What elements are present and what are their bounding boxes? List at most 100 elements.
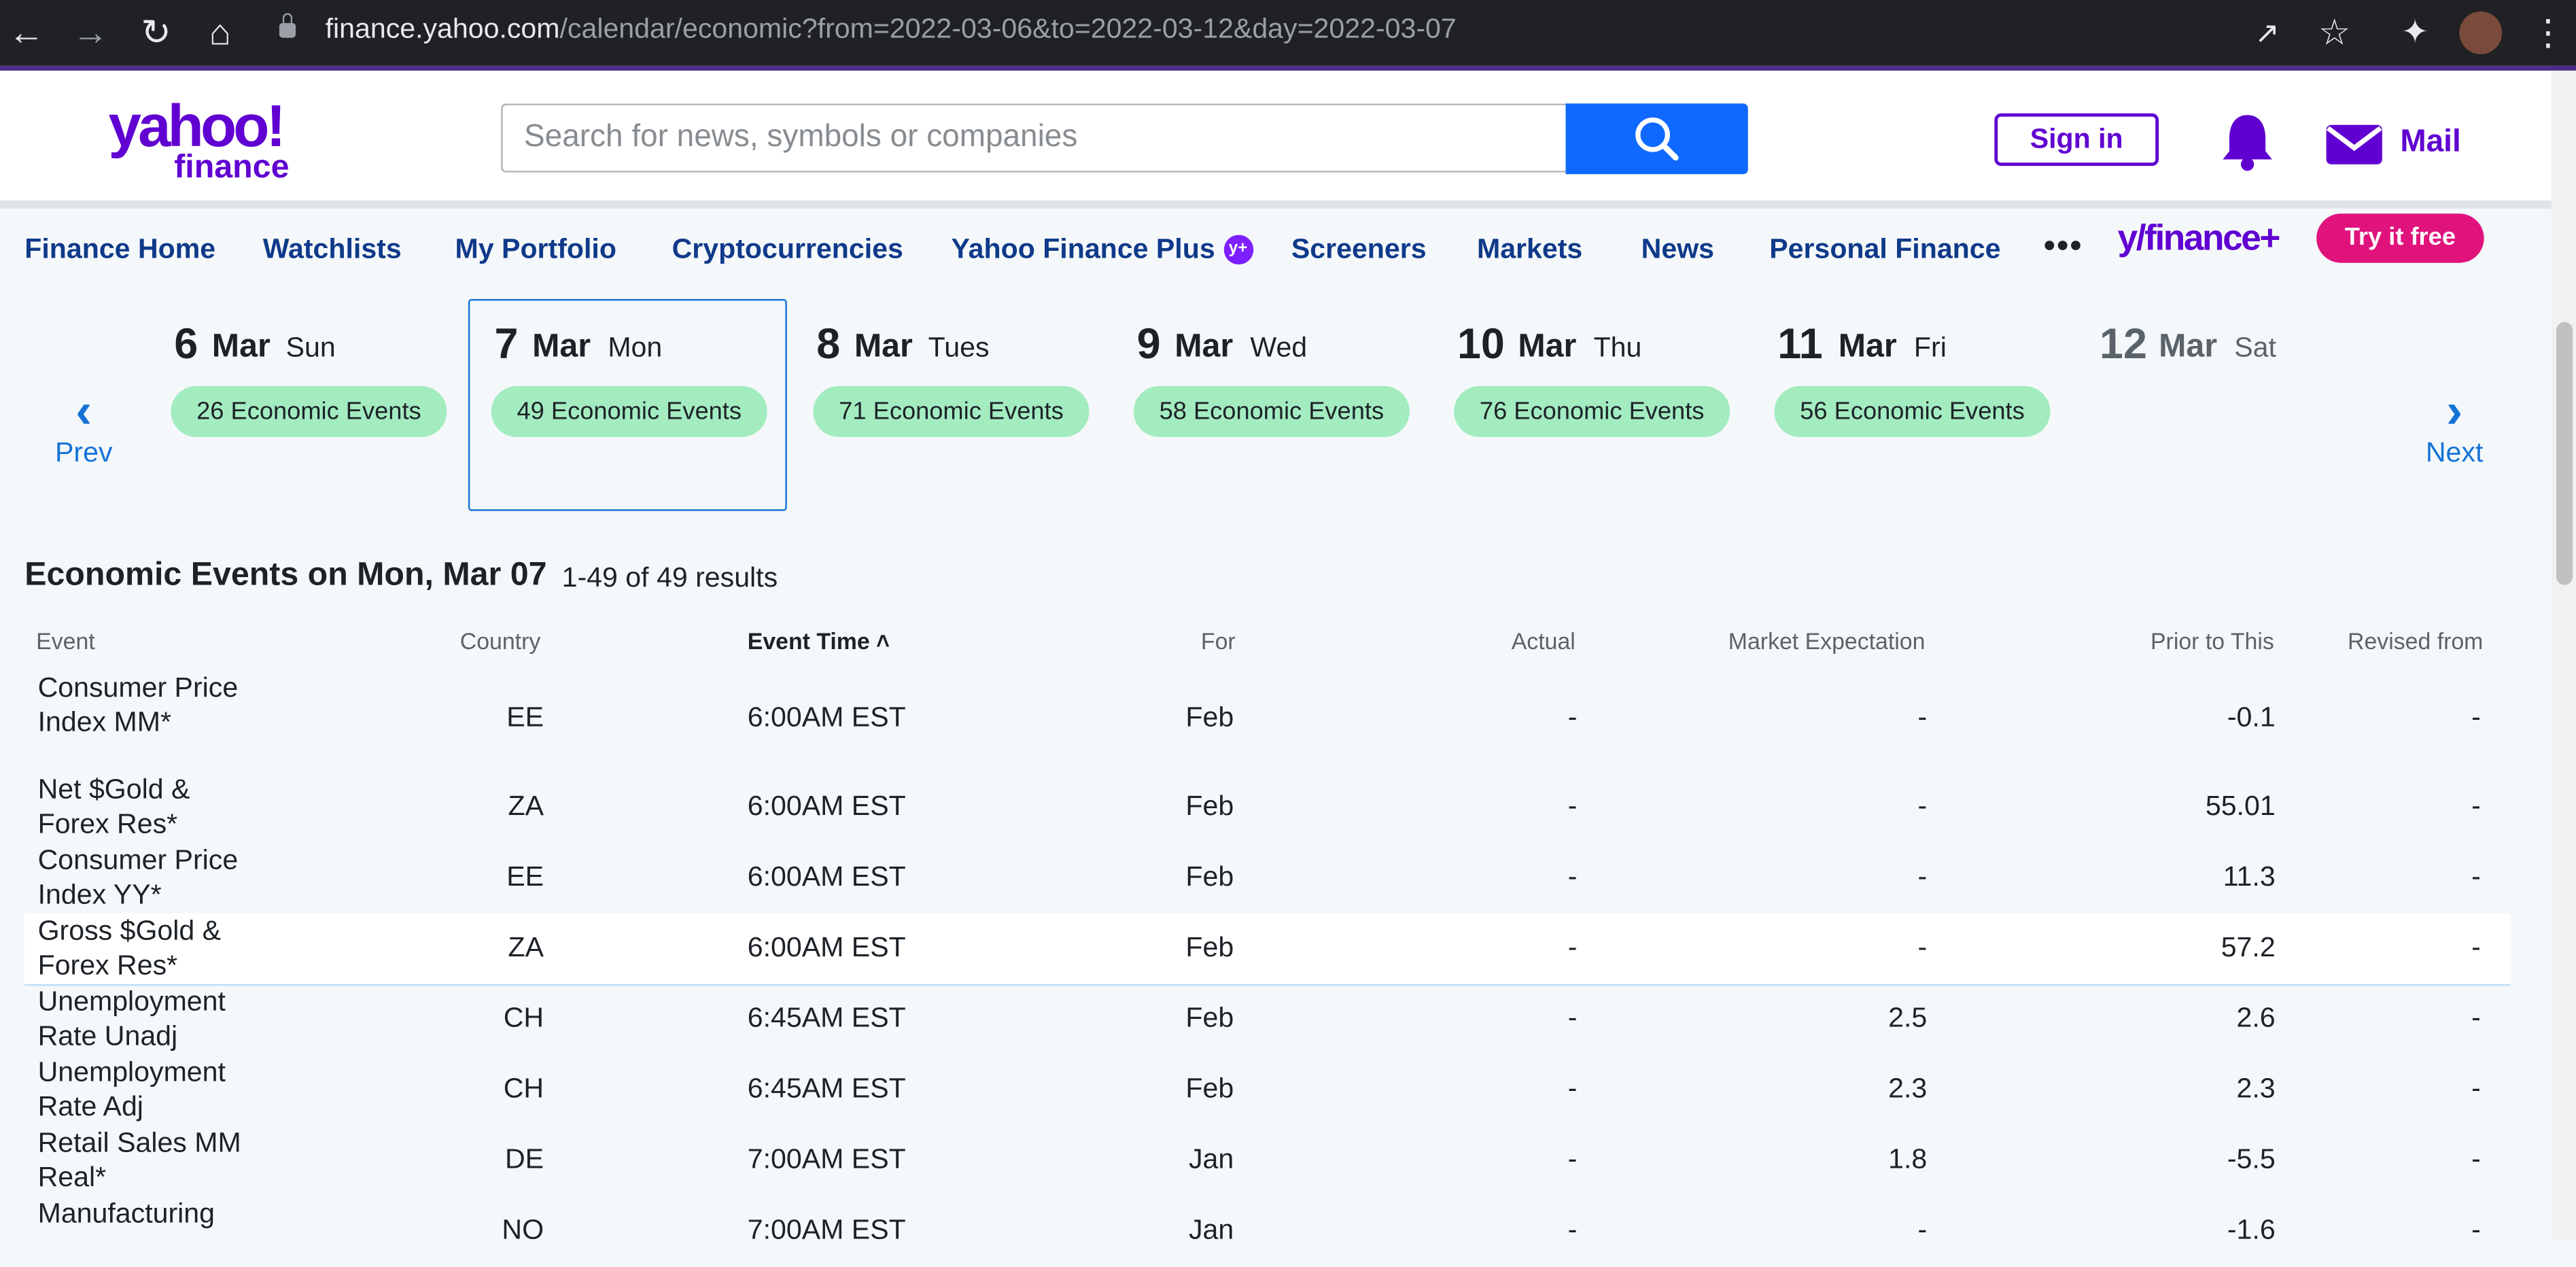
event-name[interactable]: Gross $Gold & Forex Res* — [38, 914, 243, 983]
event-name[interactable]: Consumer Price Index YY* — [38, 843, 243, 912]
day-weekday: Sun — [285, 332, 336, 364]
event-name[interactable]: Unemployment Rate Adj — [38, 1055, 243, 1124]
table-row[interactable]: Net $Gold & Forex Res* ZA 6:00AM EST Feb - - 5… — [24, 772, 2510, 843]
event-name[interactable]: Manufacturing — [38, 1196, 243, 1231]
chevron-right-icon: › — [2446, 384, 2463, 439]
prev-week-button[interactable]: ‹ Prev — [39, 387, 128, 470]
yahoo-finance-plus-logo: y/finance+ — [2117, 217, 2281, 258]
nav-screeners[interactable]: Screeners — [1291, 233, 1427, 266]
table-row[interactable]: Retail Sales MM Real* DE 7:00AM EST Jan - 1.8… — [24, 1126, 2510, 1196]
actual-cell: - — [1567, 701, 1578, 733]
events-count-pill[interactable]: 26 Economic Events — [171, 386, 447, 437]
col-header-for[interactable]: For — [1201, 627, 1236, 654]
nav-news[interactable]: News — [1641, 233, 1714, 266]
back-arrow-icon[interactable]: ← — [5, 12, 48, 54]
events-count-pill[interactable]: 49 Economic Events — [491, 386, 767, 437]
col-header-prior[interactable]: Prior to This — [2151, 627, 2274, 654]
nav-yahoo-finance-plus[interactable]: Yahoo Finance Plus y+ — [952, 233, 1253, 266]
address-bar[interactable]: finance.yahoo.com/calendar/economic?from… — [279, 7, 2169, 56]
nav-watchlists[interactable]: Watchlists — [263, 233, 402, 266]
table-row[interactable]: Consumer Price Index YY* EE 6:00AM EST Feb -… — [24, 843, 2510, 914]
nav-cryptocurrencies[interactable]: Cryptocurrencies — [672, 233, 903, 266]
search-input[interactable]: Search for news, symbols or companies — [501, 103, 1566, 173]
table-row[interactable]: Consumer Price Index MM* EE 6:00AM EST Feb -… — [24, 667, 2510, 772]
try-it-free-button[interactable]: Try it free — [2316, 213, 2484, 263]
table-row[interactable]: Manufacturing NO 7:00AM EST Jan - - -1.6 - — [24, 1196, 2510, 1267]
more-menu-icon[interactable]: ••• — [2044, 228, 2083, 266]
day-tab[interactable]: 10 Mar Thu 76 Economic Events — [1425, 299, 1743, 511]
for-cell: Feb — [1185, 1001, 1234, 1033]
event-time-label: Event Time — [747, 627, 870, 655]
table-row[interactable]: Unemployment Rate Unadj CH 6:45AM EST Feb - 2… — [24, 984, 2510, 1055]
country-cell: NO — [502, 1213, 544, 1245]
actual-cell: - — [1567, 789, 1578, 821]
day-month: Mar — [854, 328, 913, 365]
nav-personal-finance[interactable]: Personal Finance — [1769, 233, 2000, 266]
prior-cell: 57.2 — [2221, 931, 2276, 962]
sign-in-button[interactable]: Sign in — [1994, 113, 2159, 167]
revised-cell: - — [2471, 1143, 2481, 1175]
event-name[interactable]: Consumer Price Index MM* — [38, 670, 243, 740]
day-tab[interactable]: 8 Mar Tues 71 Economic Events — [784, 299, 1102, 511]
revised-cell: - — [2471, 789, 2481, 821]
mail-link[interactable]: Mail — [2400, 125, 2460, 161]
col-header-event-time[interactable]: Event Time ˄ — [748, 627, 890, 654]
tab-accent-line — [0, 65, 2576, 71]
table-row[interactable]: Unemployment Rate Adj CH 6:45AM EST Feb - 2.3… — [24, 1055, 2510, 1126]
event-name[interactable]: Unemployment Rate Unadj — [38, 984, 243, 1054]
col-header-actual[interactable]: Actual — [1512, 627, 1576, 654]
day-weekday: Wed — [1250, 332, 1308, 364]
col-header-revised[interactable]: Revised from — [2348, 627, 2483, 654]
events-count-pill[interactable]: 71 Economic Events — [813, 386, 1090, 437]
results-title: Economic Events on Mon, Mar 07 — [24, 557, 547, 593]
actual-cell: - — [1567, 1143, 1578, 1175]
nav-my-portfolio[interactable]: My Portfolio — [455, 233, 616, 266]
next-week-button[interactable]: › Next — [2415, 387, 2494, 470]
actual-cell: - — [1567, 1001, 1578, 1033]
star-icon[interactable]: ☆ — [2313, 12, 2356, 54]
event-time-cell: 6:00AM EST — [747, 931, 906, 962]
col-header-event[interactable]: Event — [36, 627, 95, 654]
events-count-pill[interactable]: 76 Economic Events — [1454, 386, 1730, 437]
home-icon[interactable]: ⌂ — [198, 12, 241, 54]
event-name[interactable]: Retail Sales MM Real* — [38, 1126, 243, 1195]
nav-finance-home[interactable]: Finance Home — [24, 233, 215, 266]
day-number: 7 — [494, 318, 519, 368]
revised-cell: - — [2471, 1213, 2481, 1245]
share-icon[interactable]: ↗ — [2246, 12, 2288, 54]
table-row[interactable]: Gross $Gold & Forex Res* ZA 6:00AM EST Feb -… — [24, 913, 2511, 986]
country-cell: ZA — [508, 931, 544, 962]
revised-cell: - — [2471, 1001, 2481, 1033]
logo-finance-text: finance — [174, 149, 290, 186]
day-month: Mar — [1518, 328, 1577, 365]
events-count-pill[interactable]: 58 Economic Events — [1133, 386, 1410, 437]
kebab-menu-icon[interactable]: ⋮ — [2526, 12, 2569, 54]
notifications-bell-icon[interactable] — [2218, 110, 2277, 173]
profile-avatar[interactable] — [2459, 11, 2503, 54]
day-tab[interactable]: 11 Mar Fri 56 Economic Events — [1745, 299, 2064, 511]
event-name[interactable]: Net $Gold & Forex Res* — [38, 772, 243, 841]
scrollbar-track[interactable] — [2551, 70, 2576, 1240]
search-button[interactable] — [1565, 103, 1748, 175]
nav-yahoo-finance-plus-label: Yahoo Finance Plus — [951, 233, 1215, 265]
col-header-market-expectation[interactable]: Market Expectation — [1728, 627, 1926, 654]
market-expectation-cell: - — [1917, 860, 1928, 892]
day-tab[interactable]: 9 Mar Wed 58 Economic Events — [1104, 299, 1423, 511]
forward-arrow-icon[interactable]: → — [69, 12, 112, 54]
chevron-left-icon: ‹ — [75, 384, 92, 439]
scrollbar-thumb[interactable] — [2556, 322, 2573, 585]
nav-markets[interactable]: Markets — [1477, 233, 1582, 266]
yahoo-finance-logo[interactable]: yahoo! finance — [109, 96, 306, 184]
results-count: 1-49 of 49 results — [561, 561, 778, 593]
prior-cell: 2.3 — [2236, 1072, 2276, 1104]
revised-cell: - — [2471, 1072, 2481, 1104]
day-tab[interactable]: 6 Mar Sun 26 Economic Events — [141, 299, 460, 511]
events-count-pill[interactable]: 56 Economic Events — [1774, 386, 2051, 437]
extensions-puzzle-icon[interactable]: ✦ — [2394, 12, 2437, 54]
next-label: Next — [2425, 436, 2484, 468]
country-cell: CH — [503, 1001, 544, 1033]
reload-icon[interactable]: ↻ — [135, 12, 177, 54]
day-tab-selected[interactable]: 7 Mar Mon 49 Economic Events — [468, 298, 787, 511]
col-header-country[interactable]: Country — [460, 627, 541, 654]
event-time-cell: 6:00AM EST — [747, 701, 906, 733]
